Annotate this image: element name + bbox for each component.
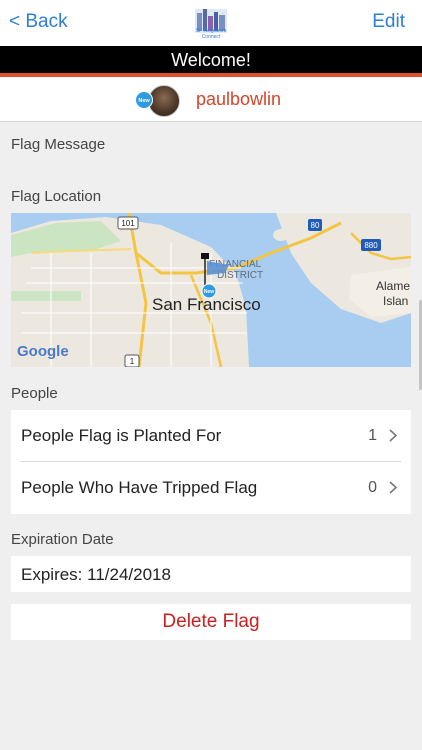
flag-location-label: Flag Location	[11, 188, 102, 205]
people-tripped-label: People Who Have Tripped Flag	[21, 478, 258, 497]
back-button[interactable]: < Back	[9, 11, 68, 33]
welcome-text: Welcome!	[171, 50, 251, 70]
people-tripped-count: 0	[368, 479, 377, 496]
edit-button[interactable]: Edit	[372, 11, 405, 33]
svg-text:1: 1	[130, 357, 135, 366]
route-101-shield: 101	[117, 216, 139, 230]
map-canvas: 101 80 880 1 FINANCIAL DISTRICT San Fran…	[11, 213, 411, 367]
svg-text:80: 80	[311, 221, 320, 230]
route-80-shield: 80	[308, 219, 322, 231]
people-label: People	[11, 385, 58, 402]
expiration-field[interactable]: Expires: 11/24/2018	[11, 556, 411, 592]
new-badge: New	[135, 91, 153, 109]
svg-text:New: New	[204, 289, 214, 295]
flag-message-label: Flag Message	[11, 136, 106, 153]
chevron-right-icon	[389, 429, 397, 442]
people-planted-for-count: 1	[368, 427, 377, 444]
chevron-right-icon	[389, 481, 397, 494]
google-logo: Google	[17, 343, 69, 360]
delete-flag-button[interactable]: Delete Flag	[11, 604, 411, 640]
expiration-value: Expires: 11/24/2018	[21, 565, 171, 584]
nav-bar: < Back SF Neighbors Connect Edit	[0, 0, 422, 46]
route-1-shield: 1	[124, 354, 140, 367]
people-planted-for-label: People Flag is Planted For	[21, 426, 222, 445]
expiration-date-label: Expiration Date	[11, 531, 114, 548]
username-link[interactable]: paulbowlin	[196, 89, 281, 110]
svg-text:880: 880	[364, 241, 378, 250]
people-tripped-row[interactable]: People Who Have Tripped Flag 0	[11, 462, 411, 514]
logo-text: SF Neighbors Connect	[195, 28, 227, 40]
route-880-shield: 880	[361, 239, 381, 251]
alameda-label-2: Islan	[383, 294, 408, 308]
alameda-label-1: Alame	[376, 279, 410, 293]
map-park-ggp	[11, 291, 81, 301]
svg-text:101: 101	[121, 219, 135, 228]
user-row[interactable]: New paulbowlin	[0, 77, 422, 122]
people-card: People Flag is Planted For 1 People Who …	[11, 410, 411, 514]
people-planted-for-row[interactable]: People Flag is Planted For 1	[11, 410, 411, 462]
welcome-banner: Welcome!	[0, 46, 422, 77]
map-island	[273, 229, 289, 241]
flag-location-map[interactable]: 101 80 880 1 FINANCIAL DISTRICT San Fran…	[11, 213, 411, 367]
